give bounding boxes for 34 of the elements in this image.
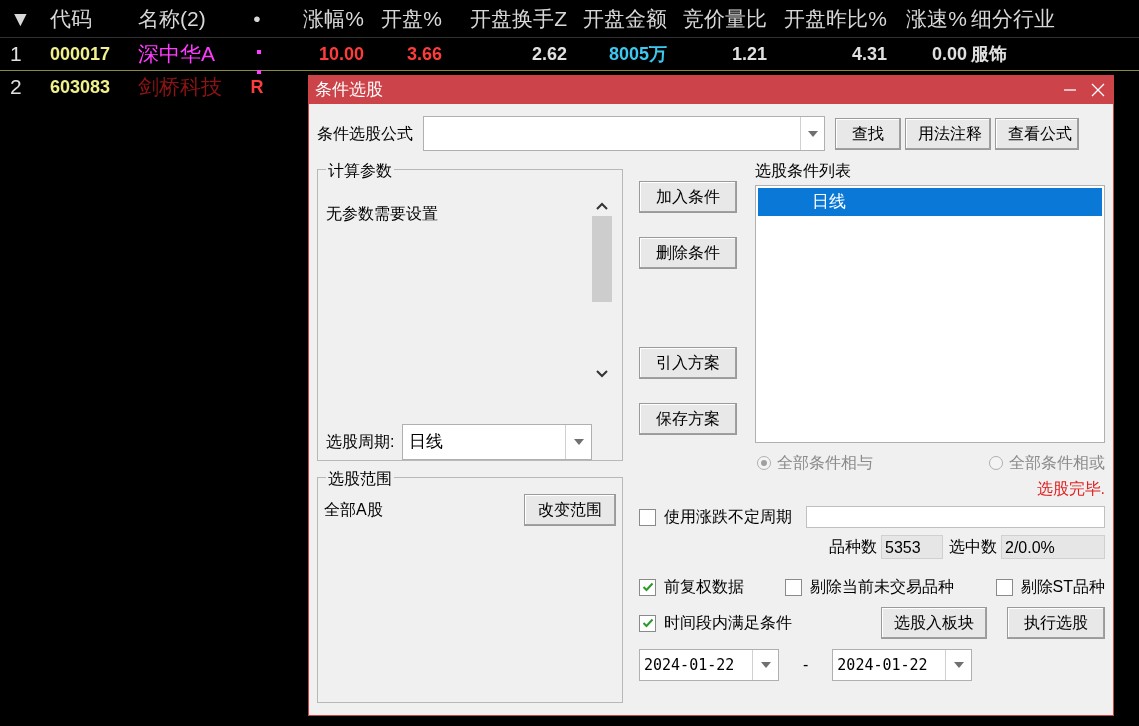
table-cell: R <box>250 76 264 97</box>
status-text: 选股完毕. <box>1036 479 1105 499</box>
radio-label: 全部条件相或 <box>1009 453 1105 473</box>
table-cell: 2 <box>10 75 22 99</box>
window-title: 条件选股 <box>315 79 383 102</box>
table-cell: 000017 <box>50 43 111 64</box>
table-cell: 0.00 <box>931 43 967 64</box>
checkbox-label: 剔除ST品种 <box>1020 577 1105 597</box>
radio-label: 全部条件相与 <box>777 453 873 473</box>
checkbox-label: 时间段内满足条件 <box>664 613 792 633</box>
table-cell: 8005万 <box>608 43 667 64</box>
field-label: 条件选股公式 <box>317 123 413 144</box>
table-cell: 2.62 <box>531 43 567 64</box>
table-cell: 10.00 <box>318 43 364 64</box>
count-label: 选中数 <box>949 537 997 557</box>
checkbox-label: 剔除当前未交易品种 <box>810 577 955 597</box>
table-cell: 1 <box>10 42 22 66</box>
count-label: 品种数 <box>829 537 877 557</box>
table-cell: 3.66 <box>406 43 442 64</box>
table-cell: 剑桥科技 <box>138 75 222 99</box>
table-cell: 603083 <box>50 76 111 97</box>
checkbox-label: 前复权数据 <box>664 577 744 597</box>
table-cell: 4.31 <box>851 43 887 64</box>
params-message: 无参数需要设置 <box>326 204 438 224</box>
table-cell: 1.21 <box>731 43 767 64</box>
range-value: 全部A股 <box>324 500 383 520</box>
table-cell: 深中华A <box>138 42 215 66</box>
checkbox-label: 使用涨跌不定周期 <box>664 507 792 527</box>
count-value: 5353 <box>881 535 943 559</box>
count-value: 2/0.0% <box>1001 535 1105 559</box>
list-title: 选股条件列表 <box>755 161 852 181</box>
table-cell: 服饰 <box>971 43 1007 64</box>
date-separator: - <box>803 655 809 675</box>
field-label: 选股周期: <box>326 432 395 452</box>
